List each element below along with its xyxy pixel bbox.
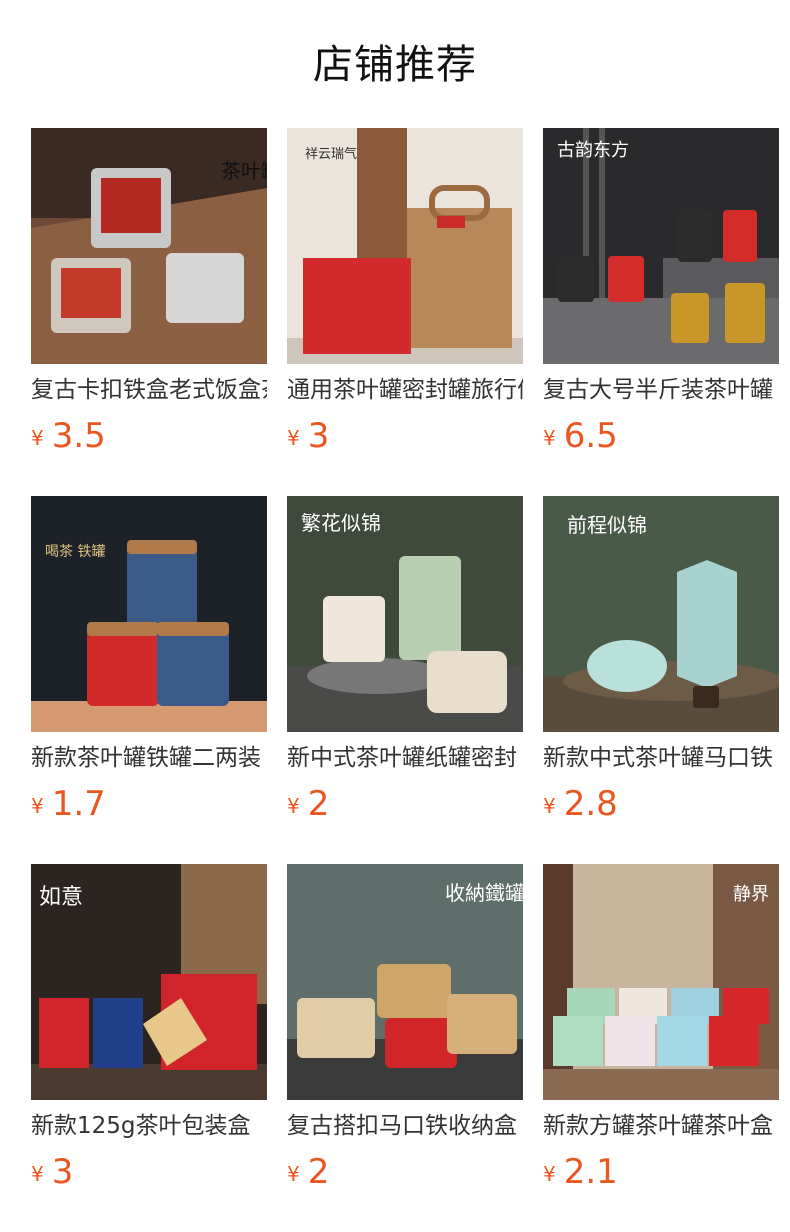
image-caption: 收納鐵罐 (445, 881, 523, 905)
currency-symbol: ¥ (31, 794, 44, 818)
image-caption: 喝茶 铁罐 (45, 544, 105, 560)
price-value: 3.5 (51, 416, 106, 456)
image-caption: 祥云瑞气 (305, 146, 357, 162)
price-value: 2.1 (563, 1152, 618, 1192)
product-name[interactable]: 复古卡扣铁盒老式饭盒茶叶罐 (31, 374, 267, 406)
price-value: 1.7 (51, 784, 106, 824)
currency-symbol: ¥ (543, 426, 556, 450)
product-name[interactable]: 新款方罐茶叶罐茶叶盒 (543, 1110, 779, 1142)
product-price: ¥3 (287, 416, 329, 456)
section-title: 店铺推荐 (313, 42, 477, 88)
product-image[interactable]: 祥云瑞气 (287, 128, 523, 364)
currency-symbol: ¥ (287, 426, 300, 450)
price-value: 2.8 (563, 784, 618, 824)
product-image[interactable]: 收納鐵罐 (287, 864, 523, 1100)
image-caption: 静界 (733, 884, 769, 905)
price-value: 2 (307, 1152, 330, 1192)
product-image[interactable]: 茶叶罐 (31, 128, 267, 364)
product-price: ¥2 (287, 784, 329, 824)
currency-symbol: ¥ (31, 426, 44, 450)
product-price: ¥1.7 (31, 784, 106, 824)
price-value: 6.5 (563, 416, 618, 456)
currency-symbol: ¥ (287, 1162, 300, 1186)
product-image[interactable]: 喝茶 铁罐 (31, 496, 267, 732)
product-image[interactable]: 古韵东方 (543, 128, 779, 364)
currency-symbol: ¥ (287, 794, 300, 818)
product-price: ¥3.5 (31, 416, 106, 456)
price-value: 3 (307, 416, 330, 456)
product-image[interactable]: 繁花似锦 (287, 496, 523, 732)
product-price: ¥2.8 (543, 784, 618, 824)
product-name[interactable]: 新款茶叶罐铁罐二两装 (31, 742, 267, 774)
product-name[interactable]: 复古大号半斤装茶叶罐 (543, 374, 779, 406)
price-value: 2 (307, 784, 330, 824)
product-name[interactable]: 新款125g茶叶包装盒 (31, 1110, 267, 1142)
product-image[interactable]: 静界 (543, 864, 779, 1100)
product-image[interactable]: 前程似锦 (543, 496, 779, 732)
image-caption: 茶叶罐 (221, 159, 267, 183)
product-name[interactable]: 新中式茶叶罐纸罐密封 (287, 742, 523, 774)
product-name[interactable]: 新款中式茶叶罐马口铁 (543, 742, 779, 774)
image-caption: 繁花似锦 (301, 511, 381, 535)
product-price: ¥6.5 (543, 416, 618, 456)
product-price: ¥2.1 (543, 1152, 618, 1192)
currency-symbol: ¥ (31, 1162, 44, 1186)
image-caption: 前程似锦 (567, 513, 647, 537)
product-price: ¥2 (287, 1152, 329, 1192)
product-name[interactable]: 通用茶叶罐密封罐旅行便携 (287, 374, 523, 406)
product-price: ¥3 (31, 1152, 73, 1192)
currency-symbol: ¥ (543, 794, 556, 818)
currency-symbol: ¥ (543, 1162, 556, 1186)
product-image[interactable]: 如意 (31, 864, 267, 1100)
product-name[interactable]: 复古搭扣马口铁收纳盒 (287, 1110, 523, 1142)
image-caption: 如意 (39, 885, 83, 910)
image-caption: 古韵东方 (557, 140, 629, 161)
price-value: 3 (51, 1152, 74, 1192)
